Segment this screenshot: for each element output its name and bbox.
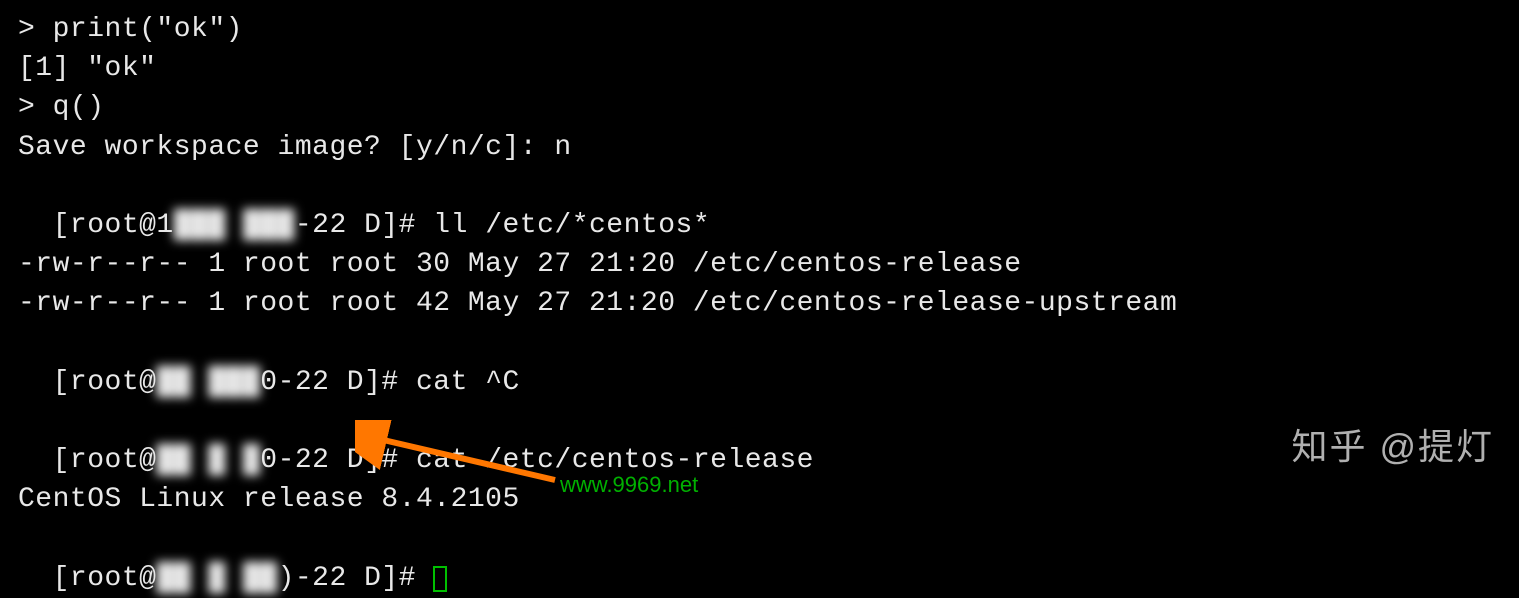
terminal-line: Save workspace image? [y/n/c]: n bbox=[18, 128, 1501, 167]
blurred-host: ███ ███ bbox=[174, 206, 295, 245]
prompt-prefix: [root@1 bbox=[53, 210, 174, 241]
prompt-line[interactable]: [root@██ ███0-22 D]# cat ^C bbox=[18, 324, 1501, 402]
prompt-line[interactable]: [root@1███ ███-22 D]# ll /etc/*centos* bbox=[18, 167, 1501, 245]
cursor-icon bbox=[433, 566, 447, 592]
blurred-host: ██ █ █ bbox=[156, 441, 260, 480]
prompt-line[interactable]: [root@██ █ █0-22 D]# cat /etc/centos-rel… bbox=[18, 402, 1501, 480]
command-text: 0-22 D]# cat ^C bbox=[260, 367, 520, 398]
command-text: 0-22 D]# cat /etc/centos-release bbox=[260, 445, 814, 476]
zhihu-watermark: 知乎 @提灯 bbox=[1291, 422, 1494, 472]
terminal-line: > q() bbox=[18, 88, 1501, 127]
url-watermark: www.9969.net bbox=[560, 470, 698, 501]
blurred-host: ██ █ ██ bbox=[156, 559, 277, 598]
terminal-output: -rw-r--r-- 1 root root 42 May 27 21:20 /… bbox=[18, 284, 1501, 323]
prompt-prefix: [root@ bbox=[53, 367, 157, 398]
prompt-prefix: [root@ bbox=[53, 445, 157, 476]
terminal-line: [1] "ok" bbox=[18, 49, 1501, 88]
blurred-host: ██ ███ bbox=[156, 363, 260, 402]
terminal-line: > print("ok") bbox=[18, 10, 1501, 49]
prompt-prefix: [root@ bbox=[53, 563, 157, 594]
command-text: -22 D]# ll /etc/*centos* bbox=[295, 210, 710, 241]
terminal-output: -rw-r--r-- 1 root root 30 May 27 21:20 /… bbox=[18, 245, 1501, 284]
prompt-line[interactable]: [root@██ █ ██)-22 D]# bbox=[18, 519, 1501, 597]
command-text: )-22 D]# bbox=[278, 563, 434, 594]
